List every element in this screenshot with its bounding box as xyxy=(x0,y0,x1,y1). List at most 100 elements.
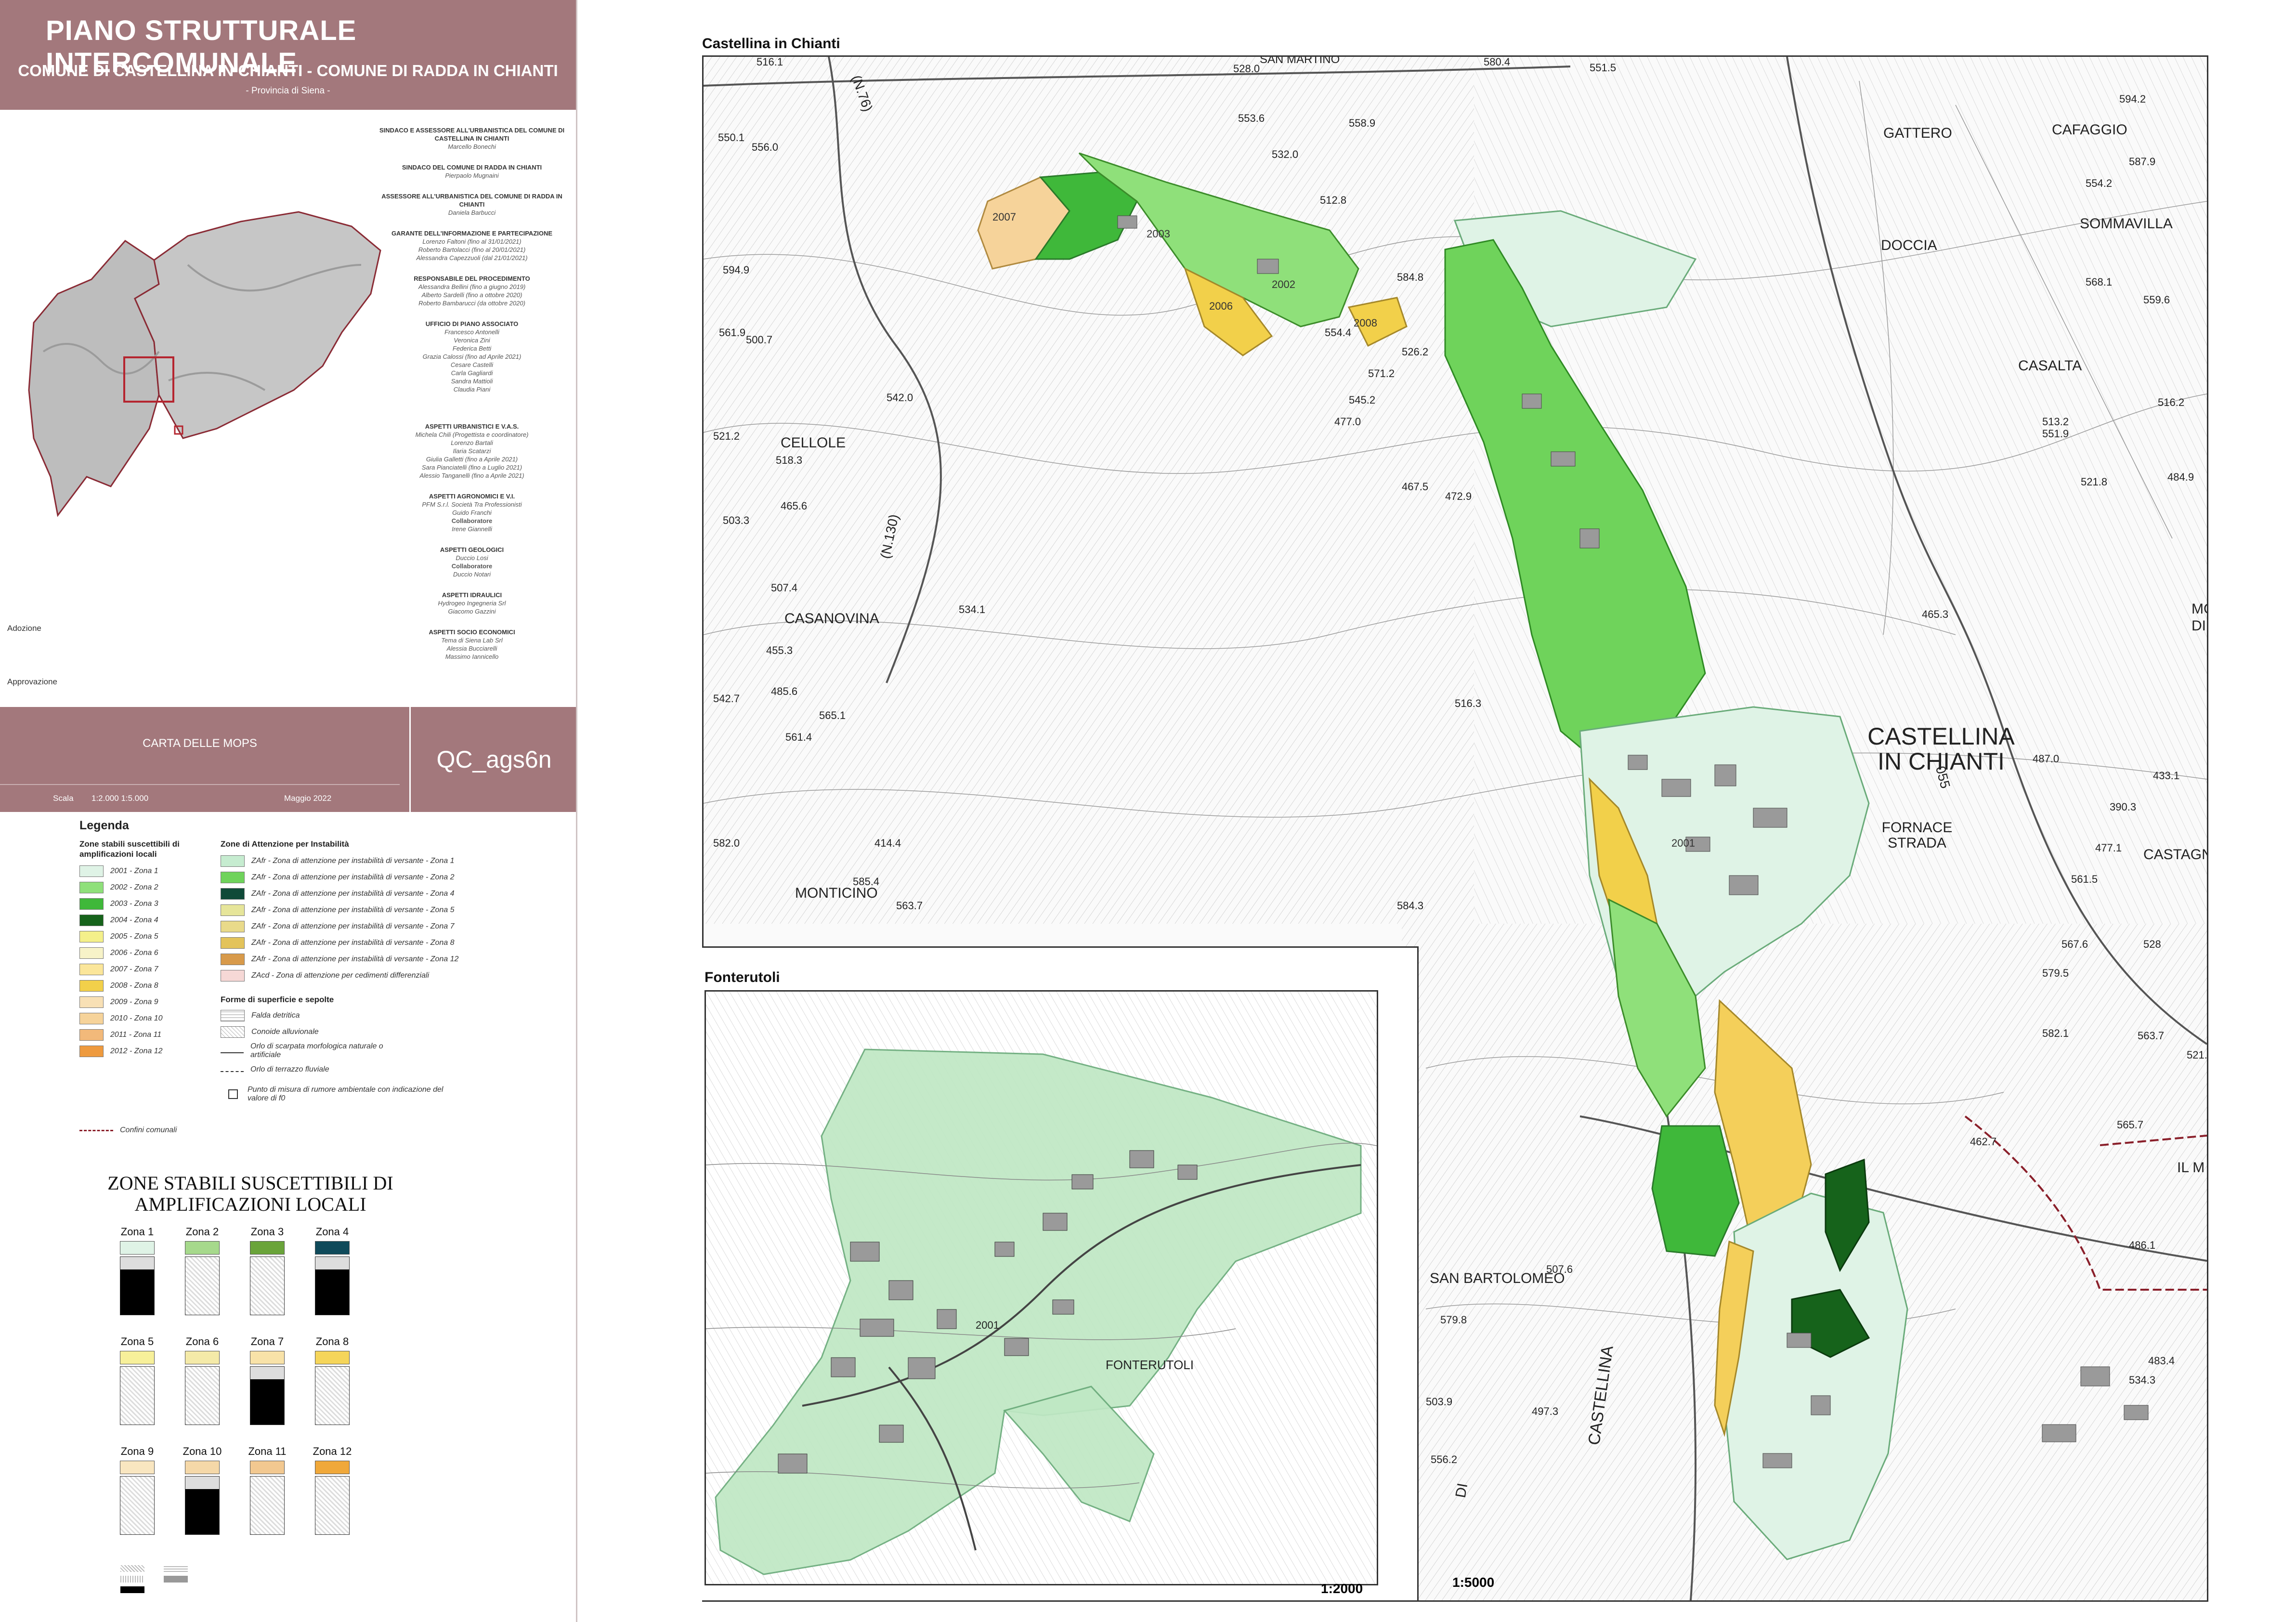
credit-name: Sandra Mattioli xyxy=(451,378,493,385)
zone-profile-column xyxy=(315,1476,350,1535)
attention-swatch xyxy=(221,970,245,981)
municipality-radda-outline xyxy=(134,211,381,439)
credit-name: Alessandra Capezzuoli (dal 21/01/2021) xyxy=(416,254,528,262)
stable-swatch xyxy=(79,1013,104,1024)
attention-swatch xyxy=(221,954,245,965)
attention-swatch xyxy=(221,872,245,883)
zone-profile-label: Zona 5 xyxy=(120,1335,154,1347)
zone-profile-column xyxy=(120,1366,155,1425)
stable-label: 2012 - Zona 12 xyxy=(110,1047,163,1055)
forms-list: Falda detritica Conoide alluvionale Orlo… xyxy=(221,1007,567,1078)
attention-label: ZAfr - Zona di attenzione per instabilit… xyxy=(251,906,455,914)
carta-title: CARTA DELLE MOPS xyxy=(143,737,257,750)
stable-swatch xyxy=(79,964,104,975)
credit-name: Collaboratore xyxy=(451,517,493,524)
spot-height: 465.6 xyxy=(781,500,808,512)
zone-profile-label: Zona 11 xyxy=(248,1445,287,1457)
spot-height: 563.7 xyxy=(2138,1030,2165,1042)
spot-height: 532.0 xyxy=(1272,148,1299,160)
zone-profile-label: Zona 8 xyxy=(315,1335,349,1347)
credits-block: SINDACO E ASSESSORE ALL'URBANISTICA DEL … xyxy=(376,126,568,661)
inset-map-canvas xyxy=(706,992,1377,1584)
scale-row: Scala 1:2.000 1:5.000 Maggio 2022 xyxy=(0,784,400,813)
approvazione-label: Approvazione xyxy=(7,677,57,686)
attention-swatch xyxy=(221,855,245,867)
zone-profile-column xyxy=(315,1366,350,1425)
zone-profile-swatch xyxy=(250,1241,285,1255)
spot-height: 594.2 xyxy=(2119,93,2146,105)
note-swatch-icon xyxy=(164,1576,188,1583)
stable-item: 2012 - Zona 12 xyxy=(79,1043,209,1060)
zones-section-title: ZONE STABILI SUSCETTIBILI DI AMPLIFICAZI… xyxy=(107,1172,393,1215)
spot-height: 516.3 xyxy=(1455,697,1482,709)
credit-name: Grazia Calossi (fino ad Aprile 2021) xyxy=(422,353,522,360)
forms-label: Falda detritica xyxy=(251,1011,300,1020)
inset-map[interactable]: 2001 FONTERUTOLI xyxy=(704,990,1378,1585)
stable-item: 2010 - Zona 10 xyxy=(79,1010,209,1027)
credit-name: Sara Pianciatelli (fino a Luglio 2021) xyxy=(421,464,522,471)
spot-height: 554.2 xyxy=(2086,177,2113,189)
place-san-martino: SAN MARTINO xyxy=(1260,55,1340,66)
attention-heading: Zone di Attenzione per Instabilità xyxy=(221,839,349,849)
spot-height: 556.0 xyxy=(752,141,779,153)
credit-role: GARANTE DELL'INFORMAZIONE E PARTECIPAZIO… xyxy=(391,230,553,237)
zone-profile-column xyxy=(315,1256,350,1315)
spot-height: 579.5 xyxy=(2042,967,2069,979)
zone-profile-label: Zona 9 xyxy=(120,1445,154,1457)
zone-profile-swatch xyxy=(120,1351,155,1364)
stable-swatch xyxy=(79,882,104,893)
stable-item: 2004 - Zona 4 xyxy=(79,912,209,929)
zone-profile: Zona 5 xyxy=(108,1335,166,1425)
attention-label: ZAfr - Zona di attenzione per instabilit… xyxy=(251,857,455,865)
terrazzo-swatch xyxy=(221,1067,244,1072)
attention-zones-legend: Zone di Attenzione per Instabilità ZAfr … xyxy=(221,839,567,1106)
zones-notes xyxy=(120,1565,419,1596)
note-swatch-icon xyxy=(164,1565,188,1572)
stable-item: 2002 - Zona 2 xyxy=(79,879,209,896)
zone-profile-swatch xyxy=(120,1241,155,1255)
stable-swatch xyxy=(79,865,104,877)
stable-label: 2005 - Zona 5 xyxy=(110,932,158,941)
spot-height: 550.1 xyxy=(718,131,745,144)
spot-height: 558.9 xyxy=(1349,117,1376,129)
credit-name: Ilaria Scatarzi xyxy=(453,447,491,455)
zone-profile-column xyxy=(185,1476,220,1535)
credit-name: Alessandra Bellini (fino a giugno 2019) xyxy=(418,283,526,290)
spot-height: 579.8 xyxy=(1440,1314,1467,1326)
zone-profile: Zona 3 xyxy=(238,1226,296,1315)
spot-height: 462.7 xyxy=(1970,1136,1997,1148)
zone-profile-swatch xyxy=(185,1461,220,1474)
date-label: Maggio 2022 xyxy=(284,794,332,803)
place-di-east: DI xyxy=(2192,618,2206,634)
place-mo: MO xyxy=(2192,601,2207,617)
stable-item: 2005 - Zona 5 xyxy=(79,929,209,945)
stable-swatch xyxy=(79,931,104,942)
place-il-m: IL M xyxy=(2177,1160,2205,1176)
spot-height: 567.6 xyxy=(2061,938,2088,950)
zone-profile-label: Zona 10 xyxy=(183,1445,222,1457)
credit-name: Lorenzo Faltoni (fino al 31/01/2021) xyxy=(422,238,522,245)
credit-name: PFM S.r.l. Società Tra Professionisti xyxy=(422,501,522,508)
credit-entry: GARANTE DELL'INFORMAZIONE E PARTECIPAZIO… xyxy=(376,229,568,262)
spot-height: 542.0 xyxy=(887,392,913,404)
credit-role: ASPETTI GEOLOGICI xyxy=(440,546,504,553)
zone-profile-label: Zona 12 xyxy=(313,1445,352,1457)
zone-profile: Zona 4 xyxy=(303,1226,361,1315)
attention-swatch xyxy=(221,921,245,932)
credit-entry: ASPETTI AGRONOMICI E V.I. PFM S.r.l. Soc… xyxy=(376,492,568,533)
stable-label: 2008 - Zona 8 xyxy=(110,981,158,990)
spot-height: 414.4 xyxy=(874,837,901,849)
zone-profile-swatch xyxy=(315,1351,350,1364)
place-fornace-strada: FORNACE STRADA xyxy=(1881,820,1953,851)
credit-entry: ASPETTI URBANISTICI E V.A.S. Michela Chi… xyxy=(376,422,568,480)
credit-name: Roberto Bartolacci (fino al 20/01/2021) xyxy=(418,246,526,253)
spot-height: 582.0 xyxy=(713,837,740,849)
credit-name: Pierpaolo Mugnaini xyxy=(445,172,499,179)
spot-height: 513.2 xyxy=(2042,416,2069,428)
credit-role: ASPETTI IDRAULICI xyxy=(442,591,502,599)
note-swatch-icon xyxy=(120,1586,144,1593)
attention-item: ZAfr - Zona di attenzione per instabilit… xyxy=(221,935,567,951)
spot-height: 477.1 xyxy=(2095,842,2122,854)
stable-swatch xyxy=(79,1046,104,1057)
attention-list: ZAfr - Zona di attenzione per instabilit… xyxy=(221,853,567,984)
